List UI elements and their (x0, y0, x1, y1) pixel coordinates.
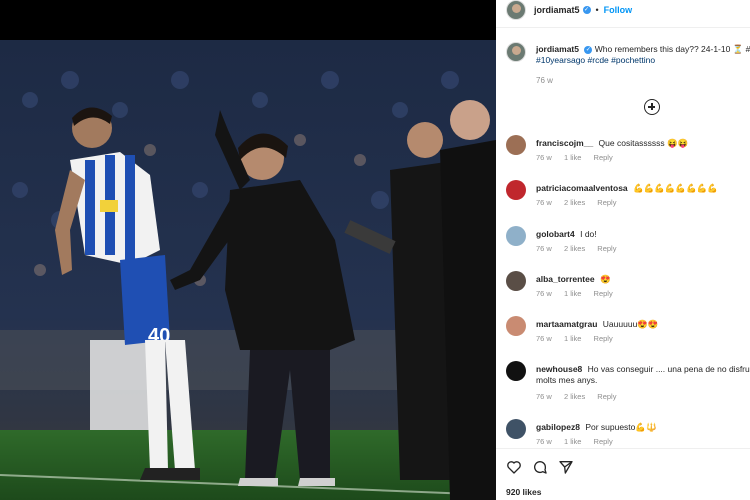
comment-time: 76 w (536, 437, 552, 446)
comment-text: 💪💪💪💪💪💪💪💪 (633, 183, 718, 193)
comment-text: Uauuuuu😍😍 (602, 319, 659, 329)
comment-username[interactable]: newhouse8 (536, 364, 582, 374)
comment-line: gabilopez8 Por supuesto💪🔱 (536, 422, 750, 433)
comment-username[interactable]: alba_torrentee (536, 274, 595, 284)
comment-line: patriciacomaalventosa 💪💪💪💪💪💪💪💪 (536, 183, 750, 194)
comment-username[interactable]: gabilopez8 (536, 422, 580, 432)
comment-text: Que cositassssss 😝😝 (598, 138, 689, 148)
plus-circle-icon[interactable] (644, 99, 660, 115)
reply-button[interactable]: Reply (597, 392, 616, 401)
comment-meta: 76 w 1 like Reply (536, 289, 623, 298)
comment-likes[interactable]: 1 like (564, 334, 582, 343)
football-scene-illustration: 40 (0, 40, 496, 500)
reply-button[interactable]: Reply (597, 244, 616, 253)
comment-avatar[interactable] (506, 271, 526, 291)
caption-username[interactable]: jordiamat5 (536, 44, 579, 54)
comment-avatar[interactable] (506, 226, 526, 246)
comment-username[interactable]: martaamatgrau (536, 319, 597, 329)
post-side-panel: jordiamat5 ✓ • Follow jordiamat5 ✓ Who r… (496, 0, 750, 500)
post-header: jordiamat5 ✓ • Follow (496, 0, 750, 20)
comment-meta: 76 w 2 likes Reply (536, 244, 626, 253)
comment-text: I do! (580, 229, 597, 239)
likes-count[interactable]: 920 likes (506, 487, 541, 497)
comment-username[interactable]: golobart4 (536, 229, 575, 239)
comment-time: 76 w (536, 244, 552, 253)
photo-scene: 40 (0, 40, 496, 500)
comment-item: golobart4 I do! 76 w 2 likes Reply (506, 226, 750, 266)
comment-time: 76 w (536, 392, 552, 401)
comment-time: 76 w (536, 198, 552, 207)
follow-button[interactable]: Follow (604, 5, 633, 15)
comment-meta: 76 w 2 likes Reply (536, 392, 626, 401)
action-icons (506, 459, 574, 475)
comment-avatar[interactable] (506, 361, 526, 381)
caption-timestamp: 76 w (536, 76, 553, 85)
comment-line: newhouse8 Ho vas conseguir .... una pena… (536, 364, 750, 375)
comment-avatar[interactable] (506, 180, 526, 200)
comment-line: golobart4 I do! (536, 229, 750, 240)
share-icon[interactable] (558, 459, 574, 475)
comment-time: 76 w (536, 334, 552, 343)
verified-icon: ✓ (582, 6, 591, 14)
verified-icon: ✓ (584, 45, 593, 54)
caption-hashtags[interactable]: #10yearsago #rcde #pochettino (536, 55, 655, 65)
comment-username[interactable]: franciscojm__ (536, 138, 593, 148)
comment-likes[interactable]: 1 like (564, 437, 582, 446)
comment-line: franciscojm__ Que cositassssss 😝😝 (536, 138, 750, 149)
comment-meta: 76 w 1 like Reply (536, 334, 623, 343)
comment-item: franciscojm__ Que cositassssss 😝😝 76 w 1… (506, 135, 750, 175)
reply-button[interactable]: Reply (594, 334, 613, 343)
comment-text: 😍 (599, 274, 611, 284)
comment-likes[interactable]: 2 likes (564, 198, 585, 207)
comment-meta: 76 w 1 like Reply (536, 437, 623, 446)
comment-item: martaamatgrau Uauuuuu😍😍 76 w 1 like Repl… (506, 316, 750, 356)
post-actions: 920 likes (496, 448, 750, 500)
comment-avatar[interactable] (506, 316, 526, 336)
header-divider (496, 27, 750, 28)
comment-item: alba_torrentee 😍 76 w 1 like Reply (506, 271, 750, 311)
comment-meta: 76 w 2 likes Reply (536, 198, 626, 207)
comment-item: newhouse8 Ho vas conseguir .... una pena… (506, 361, 750, 406)
comment-text: Ho vas conseguir .... una pena de no dis… (587, 364, 750, 374)
reply-button[interactable]: Reply (597, 198, 616, 207)
header-avatar[interactable] (506, 0, 526, 20)
comment-icon[interactable] (532, 459, 548, 475)
comment-avatar[interactable] (506, 419, 526, 439)
comment-text: Por supuesto💪🔱 (585, 422, 657, 432)
reply-button[interactable]: Reply (594, 437, 613, 446)
caption-avatar[interactable] (506, 42, 526, 62)
caption-text: jordiamat5 ✓ Who remembers this day?? 24… (536, 44, 750, 66)
comment-meta: 76 w 1 like Reply (536, 153, 623, 162)
reply-button[interactable]: Reply (594, 153, 613, 162)
comment-likes[interactable]: 2 likes (564, 392, 585, 401)
comment-likes[interactable]: 2 likes (564, 244, 585, 253)
header-separator: • (595, 5, 599, 15)
heart-icon[interactable] (506, 459, 522, 475)
comment-time: 76 w (536, 289, 552, 298)
comment-username[interactable]: patriciacomaalventosa (536, 183, 628, 193)
comment-item: patriciacomaalventosa 💪💪💪💪💪💪💪💪 76 w 2 li… (506, 180, 750, 220)
comment-time: 76 w (536, 153, 552, 162)
caption-body: Who remembers this day?? 24-1-10 ⏳ # (594, 44, 750, 54)
reply-button[interactable]: Reply (594, 289, 613, 298)
comment-line: martaamatgrau Uauuuuu😍😍 (536, 319, 750, 330)
header-username[interactable]: jordiamat5 (534, 5, 580, 15)
comment-line: alba_torrentee 😍 (536, 274, 750, 285)
comment-likes[interactable]: 1 like (564, 289, 582, 298)
comment-text-continued: molts mes anys. (536, 375, 598, 385)
comment-avatar[interactable] (506, 135, 526, 155)
post-photo[interactable]: 40 (0, 0, 496, 500)
comment-likes[interactable]: 1 like (564, 153, 582, 162)
